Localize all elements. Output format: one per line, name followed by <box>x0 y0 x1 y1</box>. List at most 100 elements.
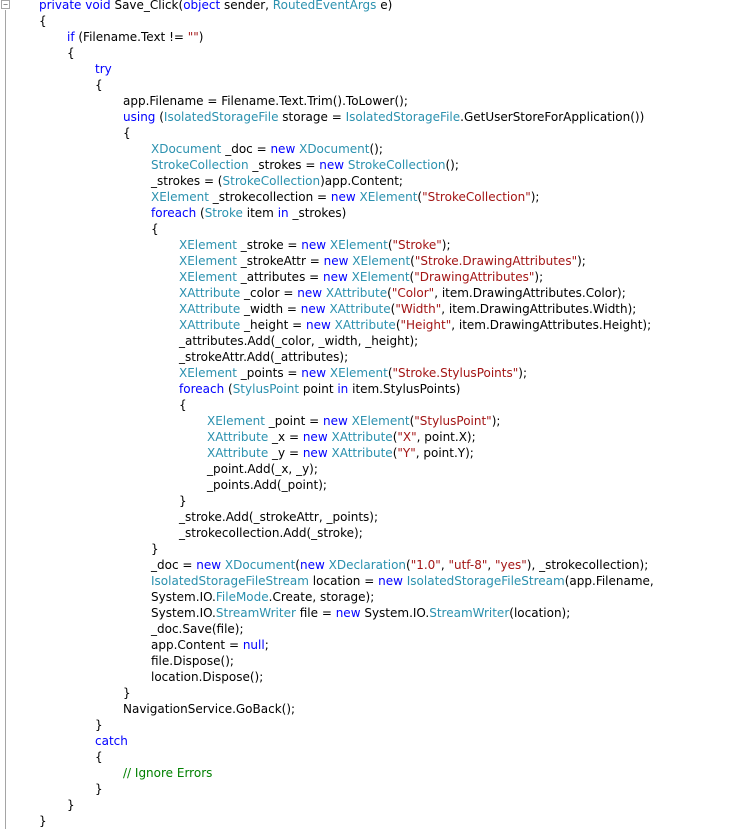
code-type-name: IsolatedStorageFileStream <box>151 574 309 588</box>
code-keyword: object <box>183 0 221 12</box>
code-type-name: XAttribute <box>179 318 241 332</box>
code-text: } <box>123 686 131 700</box>
code-text-area[interactable]: private void Save_Click(object sender, R… <box>39 0 654 829</box>
code-string-literal: "utf-8" <box>448 558 488 572</box>
code-line[interactable]: { <box>39 397 654 413</box>
code-text: (); <box>369 142 383 156</box>
code-line[interactable]: { <box>39 749 654 765</box>
code-line[interactable]: _doc.Save(file); <box>39 621 654 637</box>
code-line[interactable]: XAttribute _width = new XAttribute("Widt… <box>39 301 654 317</box>
code-line[interactable]: location.Dispose(); <box>39 669 654 685</box>
code-text: file = <box>295 606 336 620</box>
code-text: _attributes = <box>236 270 323 284</box>
code-line[interactable]: } <box>39 813 654 829</box>
code-text: _strokes) <box>288 206 347 220</box>
code-line[interactable]: IsolatedStorageFileStream location = new… <box>39 573 654 589</box>
code-line[interactable]: XAttribute _x = new XAttribute("X", poin… <box>39 429 654 445</box>
code-line[interactable]: XAttribute _color = new XAttribute("Colo… <box>39 285 654 301</box>
code-line[interactable]: _doc = new XDocument(new XDeclaration("1… <box>39 557 654 573</box>
code-keyword: new <box>319 158 345 172</box>
code-line[interactable]: XElement _strokeAttr = new XElement("Str… <box>39 253 654 269</box>
code-text: location.Dispose(); <box>151 670 264 684</box>
code-line[interactable]: XAttribute _height = new XAttribute("Hei… <box>39 317 654 333</box>
code-text: NavigationService.GoBack(); <box>123 702 296 716</box>
code-string-literal: "Stroke.DrawingAttributes" <box>414 254 578 268</box>
code-string-literal: "Stroke.StylusPoints" <box>392 366 519 380</box>
code-line[interactable]: } <box>39 685 654 701</box>
code-line[interactable]: XDocument _doc = new XDocument(); <box>39 141 654 157</box>
code-line[interactable]: try <box>39 61 654 77</box>
code-text: _strokeAttr = <box>236 254 324 268</box>
code-line[interactable]: // Ignore Errors <box>39 765 654 781</box>
code-text: _strokecollection = <box>208 190 331 204</box>
code-line[interactable]: } <box>39 797 654 813</box>
code-line[interactable]: _stroke.Add(_strokeAttr, _points); <box>39 509 654 525</box>
code-line[interactable]: foreach (StylusPoint point in item.Stylu… <box>39 381 654 397</box>
code-line[interactable]: { <box>39 125 654 141</box>
code-line[interactable]: { <box>39 13 654 29</box>
code-line[interactable]: _strokes = (StrokeCollection)app.Content… <box>39 173 654 189</box>
code-text: )app.Content; <box>320 174 403 188</box>
code-text: item.StylusPoints) <box>348 382 461 396</box>
code-keyword: private void <box>39 0 111 12</box>
code-text: ( <box>155 110 164 124</box>
code-line[interactable]: } <box>39 493 654 509</box>
code-text: , item.DrawingAttributes.Color); <box>434 286 626 300</box>
collapse-toggle-icon[interactable]: − <box>1 0 10 9</box>
code-line[interactable]: NavigationService.GoBack(); <box>39 701 654 717</box>
code-line[interactable]: XAttribute _y = new XAttribute("Y", poin… <box>39 445 654 461</box>
code-line[interactable]: catch <box>39 733 654 749</box>
code-editor[interactable]: − private void Save_Click(object sender,… <box>0 0 752 829</box>
code-type-name: XAttribute <box>334 318 396 332</box>
code-line[interactable]: XElement _attributes = new XElement("Dra… <box>39 269 654 285</box>
code-line[interactable]: { <box>39 45 654 61</box>
code-keyword: new <box>196 558 222 572</box>
code-line[interactable]: if (Filename.Text != "") <box>39 29 654 45</box>
code-line[interactable]: } <box>39 541 654 557</box>
code-line[interactable]: _attributes.Add(_color, _width, _height)… <box>39 333 654 349</box>
code-line[interactable]: _points.Add(_point); <box>39 477 654 493</box>
code-line[interactable]: { <box>39 77 654 93</box>
code-string-literal: "X" <box>397 430 417 444</box>
code-string-literal: "Color" <box>391 286 435 300</box>
code-line[interactable]: XElement _strokecollection = new XElemen… <box>39 189 654 205</box>
code-text: ; <box>264 638 269 652</box>
code-string-literal: "1.0" <box>410 558 441 572</box>
code-line[interactable]: file.Dispose(); <box>39 653 654 669</box>
code-line[interactable]: { <box>39 221 654 237</box>
code-line[interactable]: StrokeCollection _strokes = new StrokeCo… <box>39 157 654 173</box>
code-keyword: new <box>270 142 296 156</box>
code-type-name: StrokeCollection <box>347 158 446 172</box>
code-line[interactable]: using (IsolatedStorageFile storage = Iso… <box>39 109 654 125</box>
code-string-literal: "Stroke" <box>392 238 442 252</box>
code-line[interactable]: XElement _points = new XElement("Stroke.… <box>39 365 654 381</box>
code-type-name: XAttribute <box>331 430 393 444</box>
code-keyword: null <box>242 638 265 652</box>
code-text: _point = <box>264 414 324 428</box>
code-line[interactable]: System.IO.FileMode.Create, storage); <box>39 589 654 605</box>
code-text: _strokes = <box>248 158 320 172</box>
code-text: location = <box>308 574 379 588</box>
code-line[interactable]: app.Content = null; <box>39 637 654 653</box>
code-line[interactable]: XElement _stroke = new XElement("Stroke"… <box>39 237 654 253</box>
code-line[interactable]: private void Save_Click(object sender, R… <box>39 0 654 13</box>
code-keyword: in <box>337 382 349 396</box>
code-line[interactable]: } <box>39 781 654 797</box>
code-string-literal: "StrokeCollection" <box>422 190 531 204</box>
code-line[interactable]: foreach (Stroke item in _strokes) <box>39 205 654 221</box>
code-line[interactable]: XElement _point = new XElement("StylusPo… <box>39 413 654 429</box>
code-text: .GetUserStoreForApplication()) <box>460 110 645 124</box>
code-keyword: new <box>297 286 323 300</box>
code-string-literal: "Height" <box>400 318 452 332</box>
code-line[interactable]: _strokeAttr.Add(_attributes); <box>39 349 654 365</box>
code-text: ), _strokecollection); <box>526 558 649 572</box>
code-type-name: StrokeCollection <box>222 174 321 188</box>
code-string-literal: "yes" <box>495 558 527 572</box>
code-line[interactable]: app.Filename = Filename.Text.Trim().ToLo… <box>39 93 654 109</box>
code-text: _strokecollection.Add(_stroke); <box>179 526 363 540</box>
code-line[interactable]: _strokecollection.Add(_stroke); <box>39 525 654 541</box>
code-comment: // Ignore Errors <box>123 766 213 780</box>
code-line[interactable]: _point.Add(_x, _y); <box>39 461 654 477</box>
code-line[interactable]: System.IO.StreamWriter file = new System… <box>39 605 654 621</box>
code-line[interactable]: } <box>39 717 654 733</box>
